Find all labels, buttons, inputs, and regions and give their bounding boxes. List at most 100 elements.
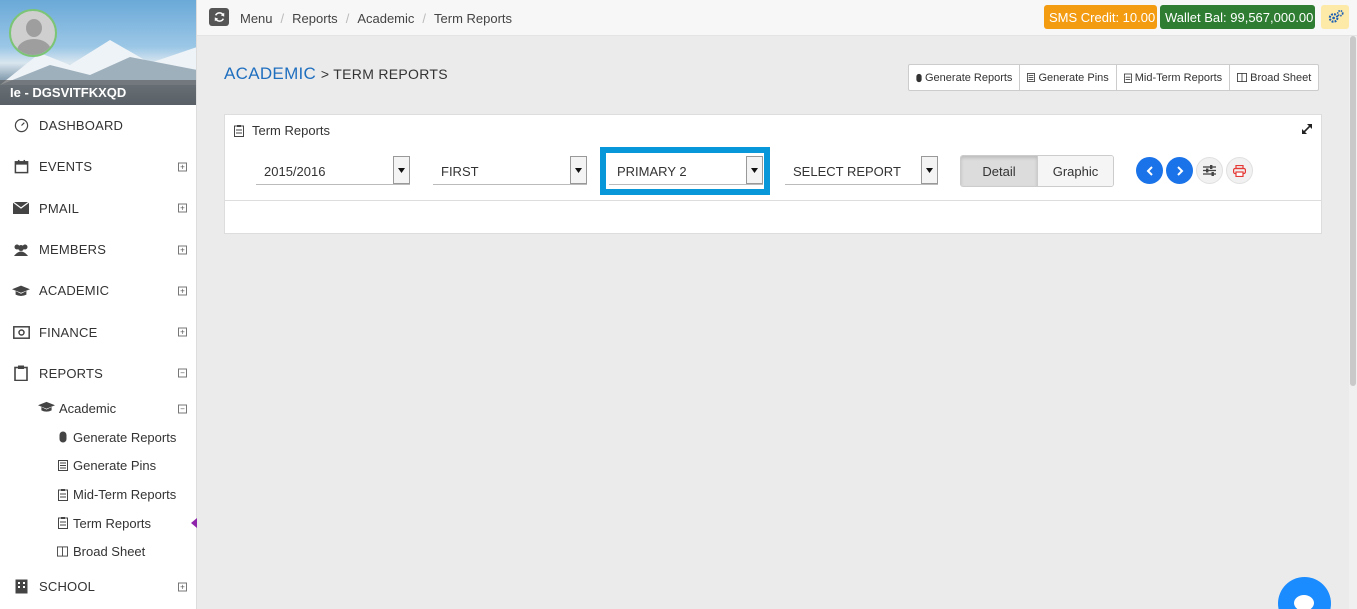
- page-title-section[interactable]: ACADEMIC: [224, 64, 316, 83]
- graphic-view-button[interactable]: Graphic: [1038, 156, 1113, 186]
- profile-banner: Ie - DGSVITFKXQD: [0, 0, 196, 105]
- clipboard-icon: [12, 365, 30, 382]
- collapse-icon[interactable]: −: [178, 404, 187, 414]
- sidebar-subitem-academic[interactable]: Academic −: [0, 394, 196, 423]
- filter-settings-button[interactable]: [1196, 157, 1223, 184]
- sidebar-item-academic[interactable]: ACADEMIC +: [0, 270, 196, 311]
- sidebar-subitem-label: Generate Pins: [73, 458, 157, 474]
- active-indicator: [191, 518, 197, 529]
- generate-reports-button[interactable]: Generate Reports: [908, 64, 1021, 91]
- top-bar: Menu / Reports / Academic / Term Reports…: [197, 0, 1357, 36]
- wallet-balance-badge[interactable]: Wallet Bal: 99,567,000.00: [1160, 5, 1315, 29]
- collapse-icon[interactable]: −: [178, 368, 187, 378]
- dropdown-arrow-icon[interactable]: [921, 156, 938, 184]
- term-select[interactable]: FIRST: [433, 156, 587, 185]
- sliders-icon: [1203, 165, 1216, 176]
- expand-icon[interactable]: +: [178, 582, 187, 592]
- breadcrumb-separator: /: [345, 11, 350, 26]
- expand-icon[interactable]: [1301, 123, 1313, 135]
- sidebar-subitem-mid-term-reports[interactable]: Mid-Term Reports: [0, 480, 196, 509]
- building-icon: [12, 579, 30, 595]
- mouse-icon: [57, 431, 68, 443]
- class-select[interactable]: PRIMARY 2: [609, 156, 763, 185]
- expand-icon[interactable]: +: [178, 286, 187, 296]
- detail-view-button[interactable]: Detail: [961, 156, 1038, 186]
- report-select[interactable]: SELECT REPORT: [785, 156, 938, 185]
- refresh-icon: [214, 12, 224, 22]
- next-button[interactable]: [1166, 157, 1193, 184]
- report-icon: [1123, 73, 1132, 83]
- sidebar: Ie - DGSVITFKXQD DASHBOARD EVENTS + PMAI…: [0, 0, 197, 609]
- sidebar-subitem-label: Mid-Term Reports: [73, 487, 177, 503]
- calendar-icon: [12, 159, 30, 175]
- report-select-value: SELECT REPORT: [793, 164, 901, 179]
- sidebar-subitem-generate-pins[interactable]: Generate Pins: [0, 452, 196, 481]
- generate-pins-button[interactable]: Generate Pins: [1019, 64, 1117, 91]
- print-button[interactable]: [1226, 157, 1253, 184]
- list-icon: [1027, 73, 1036, 82]
- chevron-right-icon: [1176, 165, 1183, 176]
- chat-button[interactable]: [1278, 577, 1331, 609]
- settings-button[interactable]: [1321, 5, 1349, 29]
- button-label: Broad Sheet: [1250, 71, 1312, 84]
- vertical-scrollbar[interactable]: [1349, 36, 1357, 609]
- sidebar-item-label: SCHOOL: [39, 579, 96, 595]
- sidebar-item-reports[interactable]: REPORTS −: [0, 353, 196, 394]
- print-icon: [1233, 164, 1246, 177]
- graduation-cap-icon: [38, 401, 55, 416]
- envelope-icon: [12, 200, 30, 216]
- sidebar-subitem-generate-reports[interactable]: Generate Reports: [0, 423, 196, 452]
- expand-icon[interactable]: +: [178, 245, 187, 255]
- sidebar-subitem-label: Academic: [59, 401, 117, 417]
- avatar[interactable]: [9, 9, 57, 57]
- chat-bubble-icon: [1294, 595, 1314, 609]
- sidebar-subitem-broad-sheet[interactable]: Broad Sheet: [0, 537, 196, 566]
- dashboard-icon: [12, 118, 30, 134]
- panel-header: Term Reports 2015/2016 FIRST PRIMARY 2 S…: [225, 115, 1321, 201]
- sidebar-subitem-label: Broad Sheet: [73, 544, 146, 560]
- breadcrumb-separator: /: [422, 11, 427, 26]
- sidebar-item-label: REPORTS: [39, 365, 104, 381]
- breadcrumb-reports[interactable]: Reports: [292, 11, 338, 26]
- breadcrumb-menu[interactable]: Menu: [240, 11, 273, 26]
- panel-title: Term Reports: [234, 123, 330, 138]
- refresh-button[interactable]: [209, 8, 229, 26]
- expand-icon[interactable]: +: [178, 327, 187, 337]
- sidebar-subitem-term-reports[interactable]: Term Reports: [0, 509, 197, 538]
- broad-sheet-button[interactable]: Broad Sheet: [1229, 64, 1320, 91]
- chevron-left-icon: [1146, 165, 1153, 176]
- button-label: Generate Reports: [925, 71, 1013, 84]
- sidebar-item-label: DASHBOARD: [39, 118, 124, 134]
- breadcrumb-separator: /: [280, 11, 285, 26]
- sidebar-subitem-label: Generate Reports: [73, 429, 177, 445]
- scrollbar-thumb[interactable]: [1350, 36, 1356, 386]
- panel-title-text: Term Reports: [252, 123, 331, 138]
- mid-term-reports-button[interactable]: Mid-Term Reports: [1115, 64, 1231, 91]
- expand-icon[interactable]: +: [178, 162, 187, 172]
- button-label: Generate Pins: [1038, 71, 1109, 84]
- previous-button[interactable]: [1136, 157, 1163, 184]
- breadcrumb-academic[interactable]: Academic: [357, 11, 414, 26]
- sidebar-item-events[interactable]: EVENTS +: [0, 146, 196, 187]
- users-icon: [12, 242, 30, 258]
- sidebar-item-label: FINANCE: [39, 324, 98, 340]
- profile-name: Ie - DGSVITFKXQD: [0, 80, 196, 105]
- report-icon: [57, 488, 68, 501]
- dropdown-arrow-icon[interactable]: [393, 156, 410, 184]
- sidebar-item-finance[interactable]: FINANCE +: [0, 311, 196, 352]
- dropdown-arrow-icon[interactable]: [746, 156, 763, 184]
- sidebar-item-label: MEMBERS: [39, 242, 107, 258]
- page-title-current: > TERM REPORTS: [320, 66, 448, 82]
- expand-icon[interactable]: +: [178, 203, 187, 213]
- columns-icon: [57, 546, 68, 558]
- report-actions-group: Generate Reports Generate Pins Mid-Term …: [908, 64, 1320, 91]
- sidebar-item-dashboard[interactable]: DASHBOARD: [0, 105, 196, 146]
- sms-credit-badge[interactable]: SMS Credit: 10.00: [1044, 5, 1157, 29]
- dropdown-arrow-icon[interactable]: [570, 156, 587, 184]
- sidebar-item-members[interactable]: MEMBERS +: [0, 229, 196, 270]
- session-select[interactable]: 2015/2016: [256, 156, 410, 185]
- sidebar-item-label: PMAIL: [39, 200, 80, 216]
- sidebar-subitem-label: Term Reports: [73, 515, 152, 531]
- sidebar-item-pmail[interactable]: PMAIL +: [0, 188, 196, 229]
- sidebar-item-school[interactable]: SCHOOL +: [0, 566, 196, 607]
